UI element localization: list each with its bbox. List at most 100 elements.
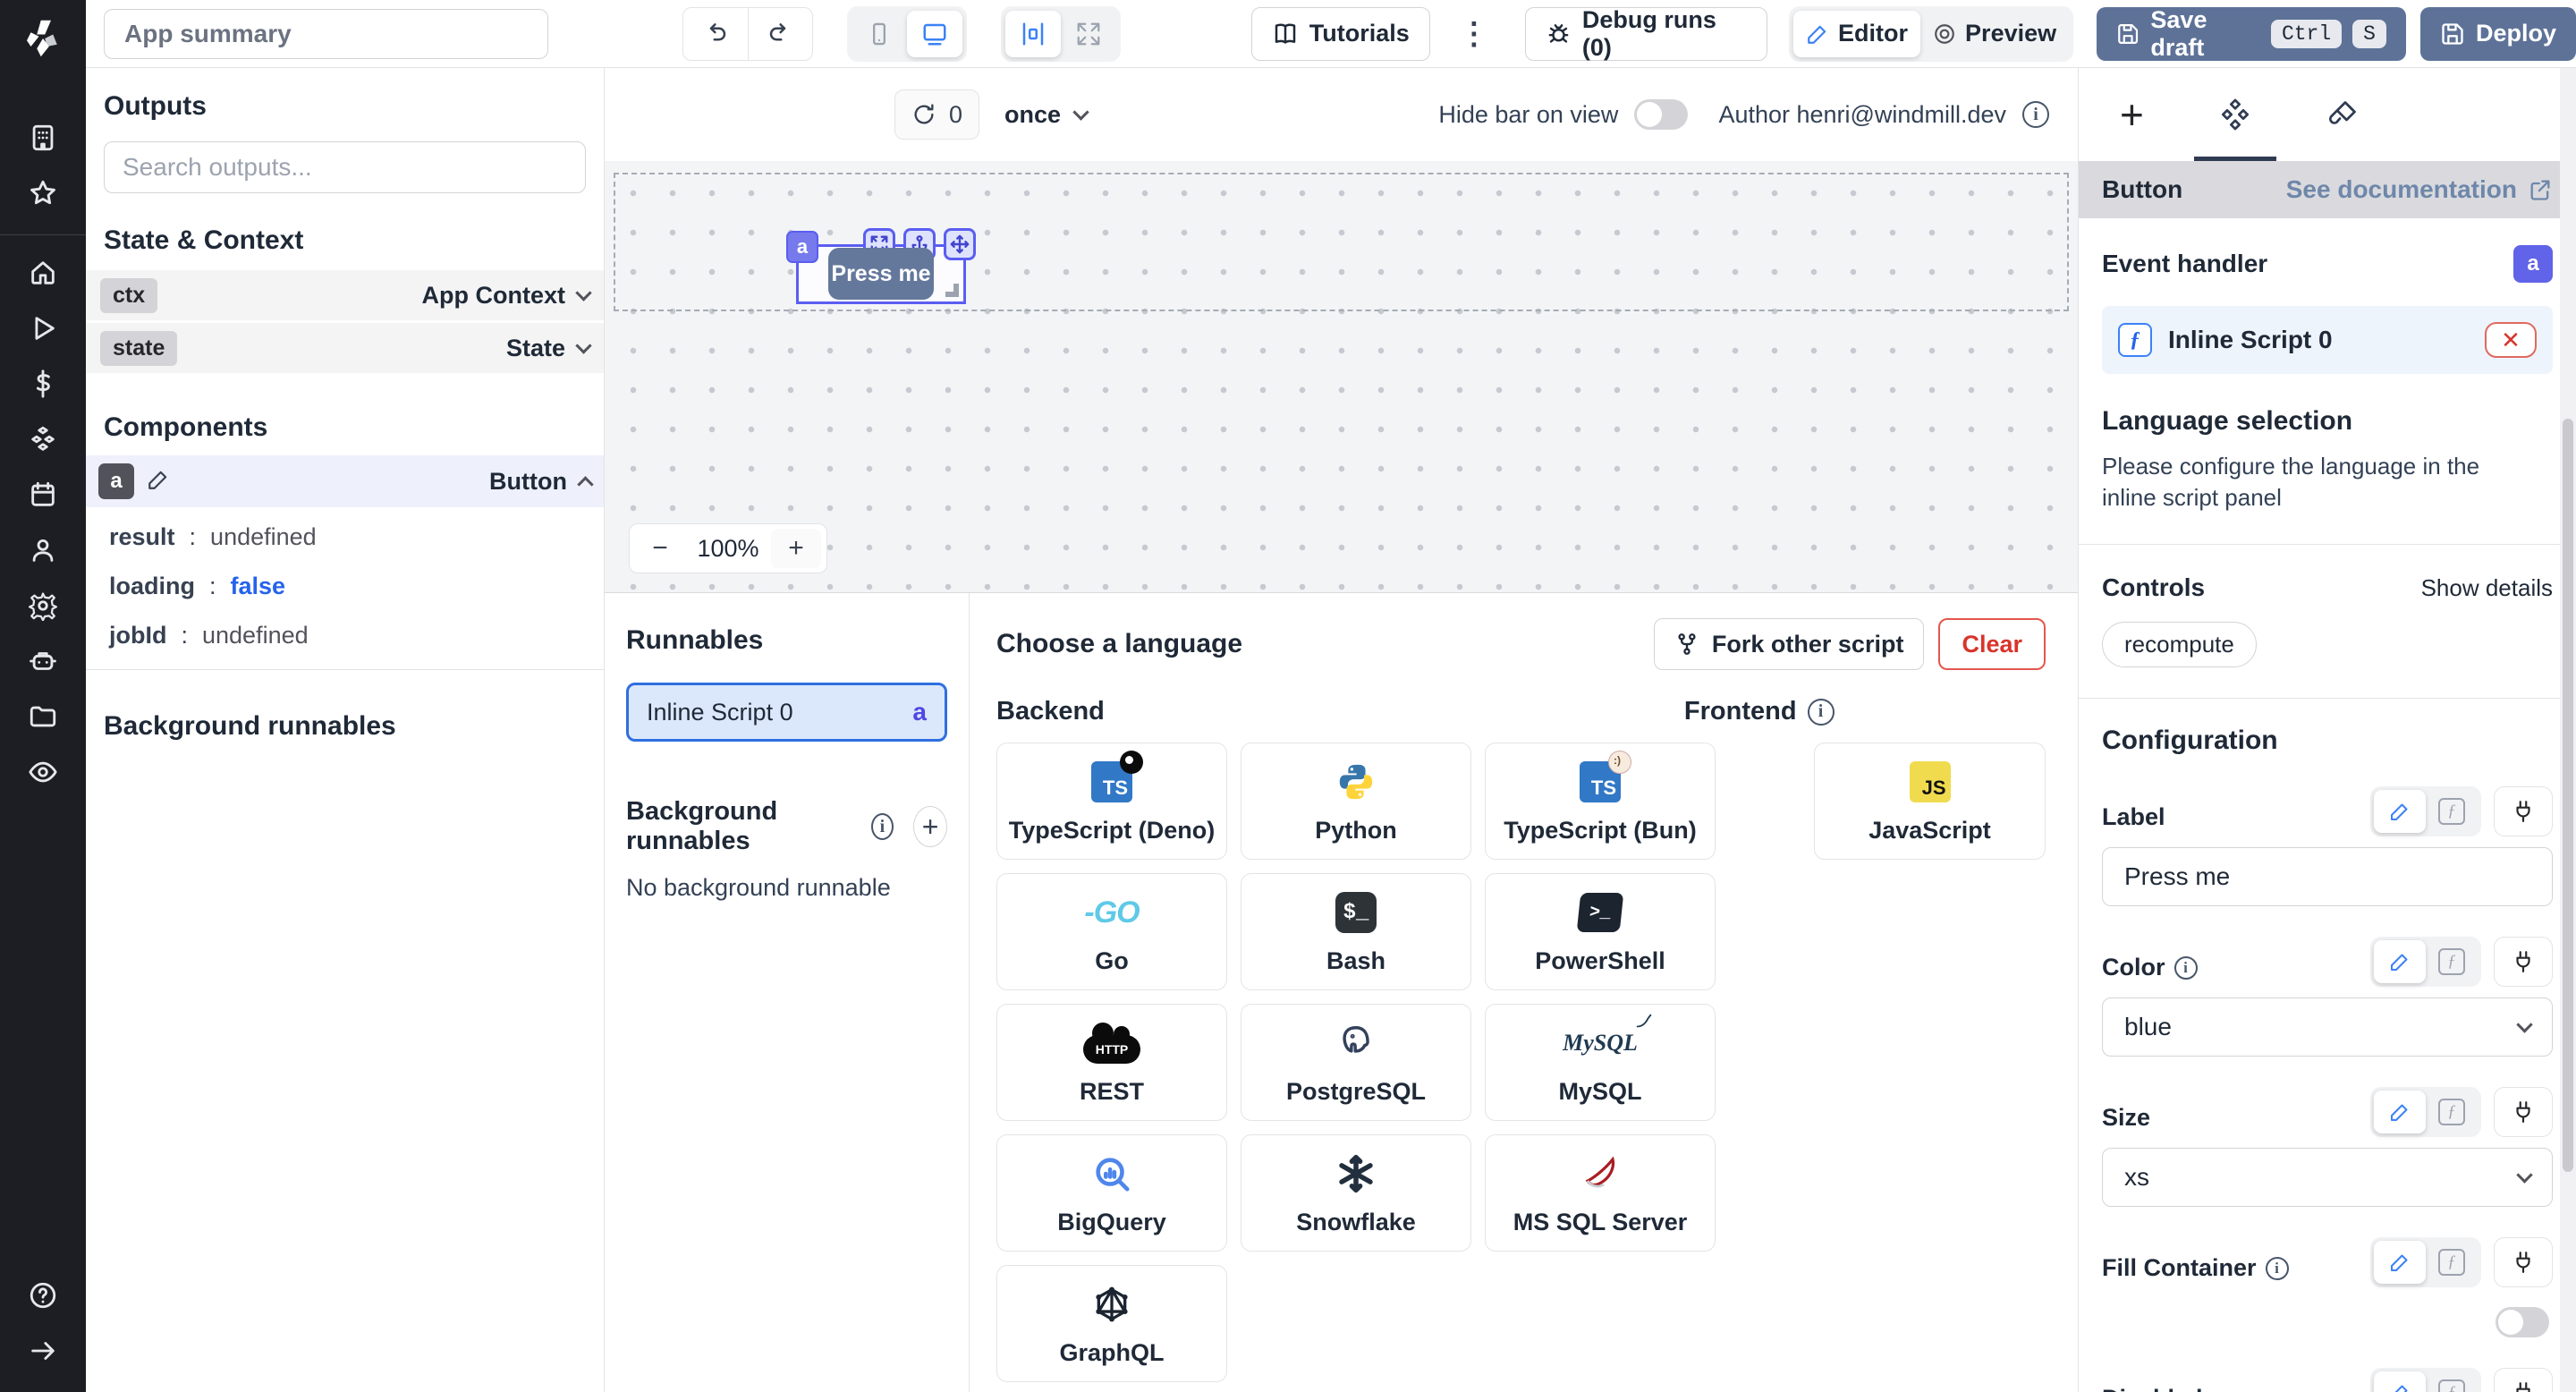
debug-runs-button[interactable]: Debug runs (0) xyxy=(1525,7,1767,61)
variables-dollar-icon[interactable] xyxy=(25,366,61,402)
fork-other-script-button[interactable]: Fork other script xyxy=(1654,618,1925,670)
output-kv-result[interactable]: result: undefined xyxy=(86,513,604,562)
lang-postgresql[interactable]: PostgreSQL xyxy=(1241,1004,1471,1121)
lang-mysql[interactable]: MySQL MySQL xyxy=(1485,1004,1716,1121)
clear-button[interactable]: Clear xyxy=(1938,618,2046,670)
schedules-calendar-icon[interactable] xyxy=(25,477,61,513)
help-icon[interactable] xyxy=(25,1277,61,1313)
fx-icon[interactable]: ƒ xyxy=(2426,1371,2478,1392)
app-summary-input[interactable] xyxy=(104,9,548,59)
recompute-chip[interactable]: recompute xyxy=(2102,622,2257,667)
redo-button[interactable] xyxy=(748,8,812,60)
lang-python[interactable]: Python xyxy=(1241,743,1471,860)
lang-go[interactable]: -GO Go xyxy=(996,873,1227,990)
color-info-icon[interactable]: i xyxy=(2174,956,2198,980)
runs-play-icon[interactable] xyxy=(25,310,61,346)
fullwidth-layout-button[interactable] xyxy=(1061,11,1116,57)
fill-container-toggle[interactable] xyxy=(2496,1307,2549,1337)
lang-snowflake[interactable]: Snowflake xyxy=(1241,1134,1471,1252)
tab-component-settings[interactable] xyxy=(2219,68,2251,161)
lang-mssql[interactable]: MS SQL Server xyxy=(1485,1134,1716,1252)
refresh-count-button[interactable]: 0 xyxy=(894,89,979,140)
component-id-handle[interactable]: a xyxy=(786,231,818,263)
right-panel-scrollbar[interactable] xyxy=(2560,68,2576,1392)
tab-insert-component[interactable]: + xyxy=(2120,68,2144,161)
lang-powershell[interactable]: >_ PowerShell xyxy=(1485,873,1716,990)
connect-plug-icon[interactable] xyxy=(2494,1087,2553,1137)
settings-gear-icon[interactable] xyxy=(25,588,61,624)
scrollbar-thumb[interactable] xyxy=(2563,419,2573,1172)
inline-script-row[interactable]: ƒ Inline Script 0 ✕ xyxy=(2102,306,2553,374)
show-details-link[interactable]: Show details xyxy=(2421,574,2553,602)
hide-bar-toggle[interactable] xyxy=(1634,99,1688,130)
edit-id-pencil-icon[interactable] xyxy=(147,468,170,496)
desktop-view-button[interactable] xyxy=(907,11,962,57)
folders-icon[interactable] xyxy=(25,699,61,734)
lang-bash[interactable]: $_ Bash xyxy=(1241,873,1471,990)
fx-icon[interactable]: ƒ xyxy=(2426,1241,2478,1284)
press-me-button[interactable]: Press me xyxy=(828,248,934,300)
save-draft-button[interactable]: Save draft Ctrl S xyxy=(2097,7,2406,61)
editor-tab[interactable]: Editor xyxy=(1793,11,1920,57)
favorites-star-icon[interactable] xyxy=(25,175,61,211)
collapse-arrow-icon[interactable] xyxy=(25,1333,61,1369)
connect-plug-icon[interactable] xyxy=(2494,786,2553,836)
lang-typescript-bun[interactable]: TS TypeScript (Bun) xyxy=(1485,743,1716,860)
lang-graphql[interactable]: GraphQL xyxy=(996,1265,1227,1382)
fx-icon[interactable]: ƒ xyxy=(2426,940,2478,983)
home-icon[interactable] xyxy=(25,255,61,291)
connect-plug-icon[interactable] xyxy=(2494,1237,2553,1287)
tab-styling-brush[interactable] xyxy=(2326,68,2359,161)
static-pencil-icon[interactable] xyxy=(2374,1241,2426,1284)
see-documentation-link[interactable]: See documentation xyxy=(2286,175,2553,204)
remove-script-button[interactable]: ✕ xyxy=(2485,322,2537,358)
preview-tab[interactable]: Preview xyxy=(1920,11,2069,57)
zoom-in-button[interactable]: + xyxy=(771,529,821,568)
bg-runnables-info-icon[interactable]: i xyxy=(871,813,894,840)
static-pencil-icon[interactable] xyxy=(2374,1371,2426,1392)
connect-plug-icon[interactable] xyxy=(2494,1368,2553,1392)
ctx-row[interactable]: ctx App Context xyxy=(86,270,604,320)
fill-info-icon[interactable]: i xyxy=(2266,1257,2289,1280)
lang-rest[interactable]: HTTP REST xyxy=(996,1004,1227,1121)
frontend-info-icon[interactable]: i xyxy=(1808,699,1835,726)
connect-plug-icon[interactable] xyxy=(2494,937,2553,987)
color-select[interactable]: blue xyxy=(2102,997,2553,1057)
centered-layout-button[interactable] xyxy=(1005,11,1061,57)
audit-eye-icon[interactable] xyxy=(25,754,61,790)
resources-cubes-icon[interactable] xyxy=(25,421,61,457)
workers-robot-icon[interactable] xyxy=(25,643,61,679)
tutorials-button[interactable]: Tutorials xyxy=(1251,7,1430,61)
search-outputs-input[interactable] xyxy=(104,141,586,193)
output-kv-loading[interactable]: loading: false xyxy=(86,562,604,611)
lang-typescript-deno[interactable]: TS TypeScript (Deno) xyxy=(996,743,1227,860)
component-row-button[interactable]: a Button xyxy=(86,455,604,507)
mobile-view-button[interactable] xyxy=(852,11,907,57)
move-icon[interactable] xyxy=(944,228,976,260)
lang-javascript[interactable]: JS JavaScript xyxy=(1814,743,2046,860)
static-pencil-icon[interactable] xyxy=(2374,940,2426,983)
fx-icon[interactable]: ƒ xyxy=(2426,1091,2478,1133)
users-icon[interactable] xyxy=(25,532,61,568)
static-pencil-icon[interactable] xyxy=(2374,1091,2426,1133)
more-menu-button[interactable]: ⋮ xyxy=(1450,16,1498,52)
output-kv-jobid[interactable]: jobId: undefined xyxy=(86,611,604,660)
schedule-select[interactable]: once xyxy=(1004,101,1087,129)
author-label: Author henri@windmill.dev xyxy=(1718,101,2006,129)
runnable-inline-script-0[interactable]: Inline Script 0 a xyxy=(626,683,947,742)
add-bg-runnable-button[interactable]: + xyxy=(913,806,947,847)
size-select[interactable]: xs xyxy=(2102,1148,2553,1207)
fx-icon[interactable]: ƒ xyxy=(2426,790,2478,833)
lang-bigquery[interactable]: BigQuery xyxy=(996,1134,1227,1252)
author-info-icon[interactable]: i xyxy=(2022,101,2049,128)
deploy-button[interactable]: Deploy xyxy=(2420,7,2576,61)
workspace-icon[interactable] xyxy=(25,120,61,156)
selected-component[interactable]: a Press me xyxy=(796,244,966,304)
undo-button[interactable] xyxy=(683,8,748,60)
zoom-out-button[interactable]: − xyxy=(635,529,685,568)
state-row[interactable]: state State xyxy=(86,323,604,373)
resize-handle[interactable] xyxy=(945,284,959,297)
label-value-input[interactable] xyxy=(2102,847,2553,906)
app-canvas[interactable]: a Press me − 100% + xyxy=(605,161,2078,592)
static-pencil-icon[interactable] xyxy=(2374,790,2426,833)
